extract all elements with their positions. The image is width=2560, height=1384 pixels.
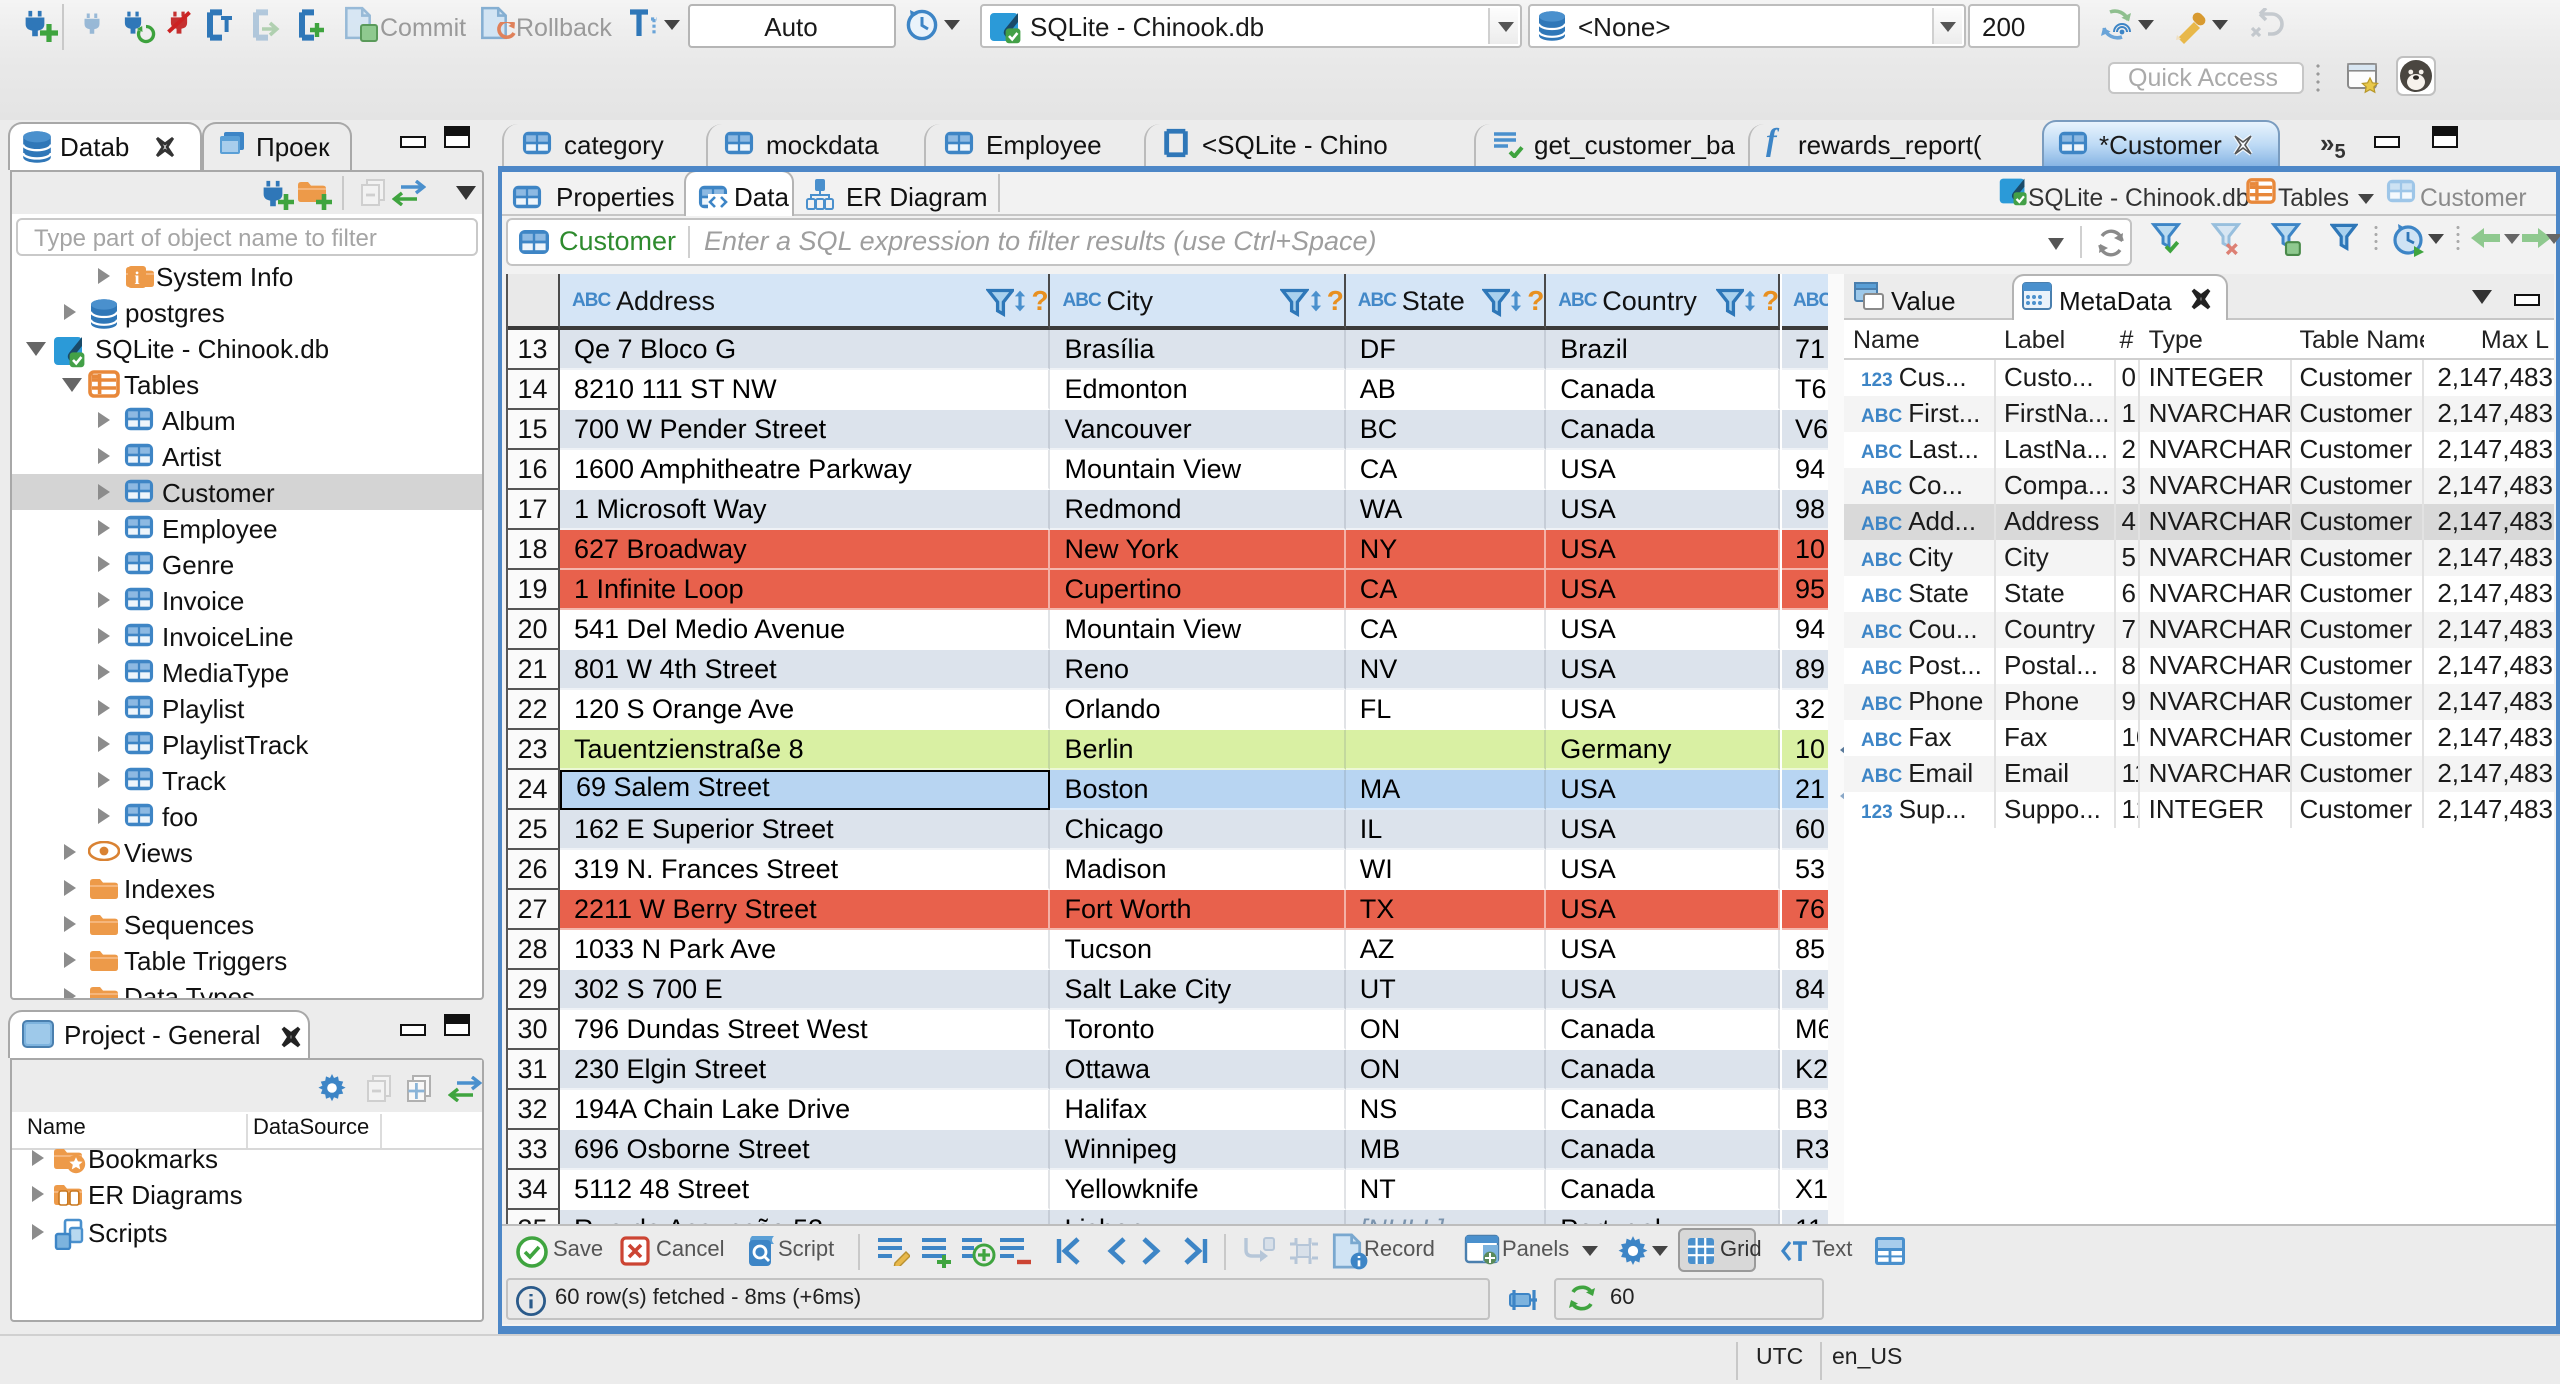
svg-text:i: i [133, 268, 138, 288]
